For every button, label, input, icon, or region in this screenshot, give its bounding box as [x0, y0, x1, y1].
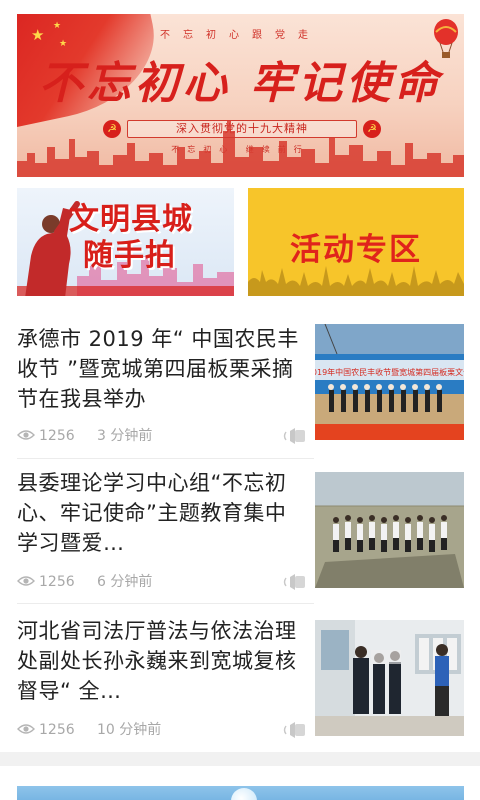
thumbnail-image [315, 620, 464, 736]
svg-text:承德市2019年中国农民丰收节暨宽城第四届板栗文化采摘节: 承德市2019年中国农民丰收节暨宽城第四届板栗文化采摘节 [315, 367, 464, 377]
news-item[interactable]: 承德市 2019 年“ 中国农民丰收节 ”暨宽城第四届板栗采摘节在我县举办 12… [17, 324, 464, 444]
publish-time: 6 分钟前 [97, 574, 153, 590]
news-meta: 1256 3 分钟前 [17, 426, 307, 446]
section-separator [0, 752, 480, 766]
city-skyline-graphic [17, 121, 464, 177]
view-count: 1256 [39, 428, 75, 444]
civil-county-banner[interactable]: 文明县城 随手拍 [17, 188, 234, 296]
office-visit-photo[interactable] [315, 620, 464, 736]
thumbnail-image [315, 472, 464, 588]
hero-banner[interactable]: ★ ★ ★ 不忘初心跟党走 不忘初心 牢记使命 ☭ 深入贯彻党的十九大精神 ☭ … [17, 14, 464, 177]
news-meta: 1256 6 分钟前 [17, 572, 307, 592]
eye-icon [17, 576, 35, 586]
eye-icon [17, 724, 35, 734]
publish-time: 3 分钟前 [97, 428, 153, 444]
bottom-banner[interactable] [17, 786, 464, 800]
harvest-festival-photo[interactable]: 承德市2019年中国农民丰收节暨宽城第四届板栗文化采摘节 [315, 324, 464, 440]
publish-time: 10 分钟前 [97, 722, 162, 738]
speaker-icon[interactable] [281, 720, 307, 740]
banner-graphic [231, 788, 257, 800]
news-title[interactable]: 河北省司法厅普法与依法治理处副处长孙永巍来到宽城复核督导“ 全… [17, 616, 301, 706]
civil-banner-line2: 随手拍 [83, 238, 176, 273]
group-photo[interactable] [315, 472, 464, 588]
news-title[interactable]: 承德市 2019 年“ 中国农民丰收节 ”暨宽城第四届板栗采摘节在我县举办 [17, 324, 301, 414]
hero-top-slogan: 不忘初心跟党走 [160, 30, 321, 41]
activity-zone-banner[interactable]: 活动专区 [248, 188, 464, 296]
view-count: 1256 [39, 574, 75, 590]
speaker-icon[interactable] [281, 572, 307, 592]
balloon-icon [434, 19, 458, 58]
divider [17, 603, 314, 604]
news-title[interactable]: 县委理论学习中心组“不忘初心、牢记使命”主题教育集中学习暨爱… [17, 468, 301, 558]
divider [17, 458, 314, 459]
thumbnail-image: 承德市2019年中国农民丰收节暨宽城第四届板栗文化采摘节 [315, 324, 464, 440]
eye-icon [17, 430, 35, 440]
hero-title: 不忘初心 牢记使命 [38, 58, 443, 109]
speaker-icon[interactable] [281, 426, 307, 446]
crowd-silhouette-graphic [248, 266, 464, 296]
civil-banner-line1: 文明县城 [69, 202, 193, 237]
news-item[interactable]: 河北省司法厅普法与依法治理处副处长孙永巍来到宽城复核督导“ 全… 1256 10… [17, 616, 464, 738]
view-count: 1256 [39, 722, 75, 738]
news-item[interactable]: 县委理论学习中心组“不忘初心、牢记使命”主题教育集中学习暨爱… 1256 6 分… [17, 468, 464, 590]
news-meta: 1256 10 分钟前 [17, 720, 307, 740]
civil-banner-text: 文明县城 随手拍 [69, 202, 193, 274]
